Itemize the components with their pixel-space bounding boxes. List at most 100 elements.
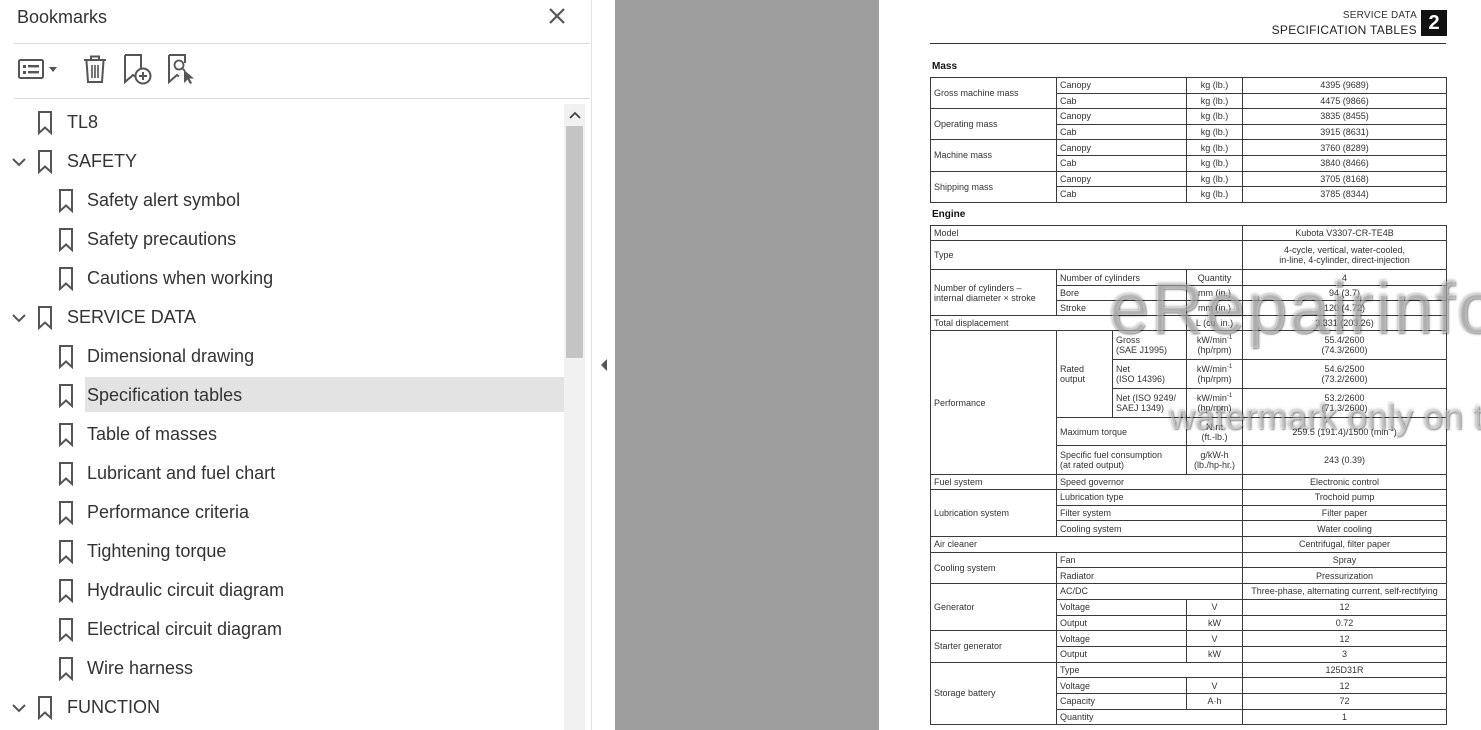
rated-net-unit-imperial: (hp/rpm) xyxy=(1197,374,1232,384)
collapse-panel-handle[interactable] xyxy=(591,0,615,730)
rated-gross-unit: kW/min xyxy=(1196,335,1227,345)
mass-value: 3835 (8455) xyxy=(1242,108,1447,125)
bookmark-item[interactable]: Dimensional drawing xyxy=(0,338,564,377)
unit-exponent: -1 xyxy=(1226,393,1233,399)
bookmark-item[interactable]: Cautions when working xyxy=(0,260,564,299)
model-label: Model xyxy=(929,225,1244,241)
type-value-line2: in-line, 4-cylinder, direct-injection xyxy=(1279,255,1410,265)
bookmark-item[interactable]: FUNCTION xyxy=(0,689,564,728)
bookmark-scrollbar[interactable] xyxy=(564,104,585,730)
bookmark-item[interactable]: Performance criteria xyxy=(0,494,564,533)
lubrication-item: Filter system xyxy=(1055,504,1244,522)
table-row: Total displacement L (cu. in.) 3.331 (20… xyxy=(930,315,1448,331)
max-torque-unit: N·m xyxy=(1206,421,1223,432)
battery-label: Storage battery xyxy=(930,661,1057,726)
bookmark-item[interactable]: Tightening torque xyxy=(0,533,564,572)
battery-item: Voltage xyxy=(1056,677,1187,694)
chevron-down-icon[interactable] xyxy=(10,309,28,327)
delete-bookmark-button[interactable] xyxy=(78,52,112,86)
stroke-value: 120 (4.72) xyxy=(1242,300,1448,316)
bookmark-icon xyxy=(59,189,73,213)
document-page: SERVICE DATA SPECIFICATION TABLES 2 Mass… xyxy=(879,0,1481,730)
trash-icon xyxy=(84,55,106,83)
bookmark-icon xyxy=(59,345,73,369)
scroll-thumb[interactable] xyxy=(566,126,583,358)
rated-net-iso-value: 53.2/2600 xyxy=(1324,393,1365,403)
scroll-up-button[interactable] xyxy=(564,104,585,126)
bore-value: 94 (3.7) xyxy=(1242,285,1448,301)
options-menu-button[interactable] xyxy=(16,52,60,86)
battery-quantity-value: 1 xyxy=(1242,708,1448,726)
table-row: Storage battery Type 125D31R xyxy=(930,661,1448,726)
bookmark-item[interactable]: Specification tables xyxy=(0,377,564,416)
starter-unit: V xyxy=(1185,630,1244,647)
bookmark-item[interactable]: Safety alert symbol xyxy=(0,182,564,221)
bookmark-label: TL8 xyxy=(67,112,99,132)
starter-value: 12 xyxy=(1242,630,1448,647)
rated-gross-label: Gross xyxy=(1116,335,1141,345)
mass-unit: kg (lb.) xyxy=(1186,123,1243,141)
bookmark-icon xyxy=(59,579,73,603)
bookmark-label: SERVICE DATA xyxy=(67,307,197,327)
mass-unit: kg (lb.) xyxy=(1186,170,1243,188)
mass-unit: kg (lb.) xyxy=(1186,154,1243,172)
table-row: Air cleaner Centrifugal, filter paper xyxy=(929,536,1448,553)
fuel-consumption-condition: (at rated output) xyxy=(1060,460,1125,470)
mass-group-label: Shipping mass xyxy=(930,170,1057,203)
new-bookmark-button[interactable] xyxy=(120,52,154,86)
bookmark-item[interactable]: Hydraulic circuit diagram xyxy=(0,572,564,611)
bookmark-item[interactable]: SERVICE DATA xyxy=(0,299,564,338)
fuel-system-value: Electronic control xyxy=(1242,474,1448,490)
mass-value: 3915 (8631) xyxy=(1242,123,1447,141)
table-row: Generator AC/DC Three-phase, alternating c… xyxy=(930,583,1448,632)
table-row: Operating mass Canopy kg (lb.) 3835 (8455) xyxy=(930,108,1447,141)
battery-quantity-label: Quantity xyxy=(1055,708,1244,726)
mass-value: 3705 (8168) xyxy=(1242,170,1447,188)
mass-variant: Canopy xyxy=(1056,77,1187,94)
table-row: Gross machine mass Canopy kg (lb.) 4395 (96… xyxy=(930,76,1447,110)
mass-unit: kg (lb.) xyxy=(1186,77,1243,94)
bookmark-item[interactable]: Lubricant and fuel chart xyxy=(0,455,564,494)
document-viewer[interactable]: SERVICE DATA SPECIFICATION TABLES 2 Mass… xyxy=(615,0,1481,730)
fuel-consumption-unit-imperial: (lb./hp-hr.) xyxy=(1194,460,1236,470)
rated-gross-unit-imperial: (hp/rpm) xyxy=(1197,345,1232,355)
bookmark-item[interactable]: Electrical circuit diagram xyxy=(0,611,564,650)
rated-net-unit: kW/min xyxy=(1196,364,1227,374)
bookmark-from-selection-button[interactable] xyxy=(164,52,198,86)
bookmark-item[interactable]: Safety precautions xyxy=(0,221,564,260)
table-row: Cooling system Fan Spray xyxy=(930,551,1448,585)
starter-item: Output xyxy=(1056,645,1187,663)
fuel-consumption-value: 243 (0.39) xyxy=(1242,445,1448,475)
bore-unit: mm (in.) xyxy=(1185,285,1244,301)
bookmark-icon xyxy=(59,501,73,525)
mass-table: Gross machine mass Canopy kg (lb.) 4395 (96… xyxy=(930,76,1447,203)
lubrication-value: Water cooling xyxy=(1242,520,1448,538)
generator-value: 12 xyxy=(1242,598,1448,616)
bookmark-item[interactable]: SAFETY xyxy=(0,143,564,182)
bookmark-item[interactable]: TL8 xyxy=(0,104,564,143)
bookmark-icon xyxy=(38,111,52,135)
mass-value: 3760 (8289) xyxy=(1242,139,1447,156)
table-row: Model Kubota V3307-CR-TE4B xyxy=(929,225,1448,241)
bookmark-item[interactable]: Wire harness xyxy=(0,650,564,689)
unit-exponent: -1 xyxy=(1226,364,1233,370)
chevron-down-icon[interactable] xyxy=(10,153,28,171)
bookmark-icon xyxy=(59,423,73,447)
model-value: Kubota V3307-CR-TE4B xyxy=(1242,225,1448,241)
bookmark-label: Table of masses xyxy=(87,424,218,444)
chevron-down-icon[interactable] xyxy=(10,699,28,717)
bookmark-label: Hydraulic circuit diagram xyxy=(87,580,285,600)
bookmark-item[interactable]: Table of masses xyxy=(0,416,564,455)
close-panel-button[interactable] xyxy=(545,4,569,28)
unit-exponent: -1 xyxy=(1226,335,1233,341)
bookmark-icon xyxy=(59,267,73,291)
fuel-system-label: Fuel system xyxy=(930,474,1057,490)
mass-variant: Cab xyxy=(1056,154,1187,172)
cylinders-item: Number of cylinders xyxy=(1056,269,1187,286)
displacement-unit: L (cu. in.) xyxy=(1185,315,1244,331)
battery-item: Capacity xyxy=(1056,692,1187,710)
bookmark-label: Performance criteria xyxy=(87,502,250,522)
air-cleaner-value: Centrifugal, filter paper xyxy=(1242,536,1448,553)
bookmark-label: Dimensional drawing xyxy=(87,346,255,366)
mass-value: 3785 (8344) xyxy=(1242,186,1447,203)
